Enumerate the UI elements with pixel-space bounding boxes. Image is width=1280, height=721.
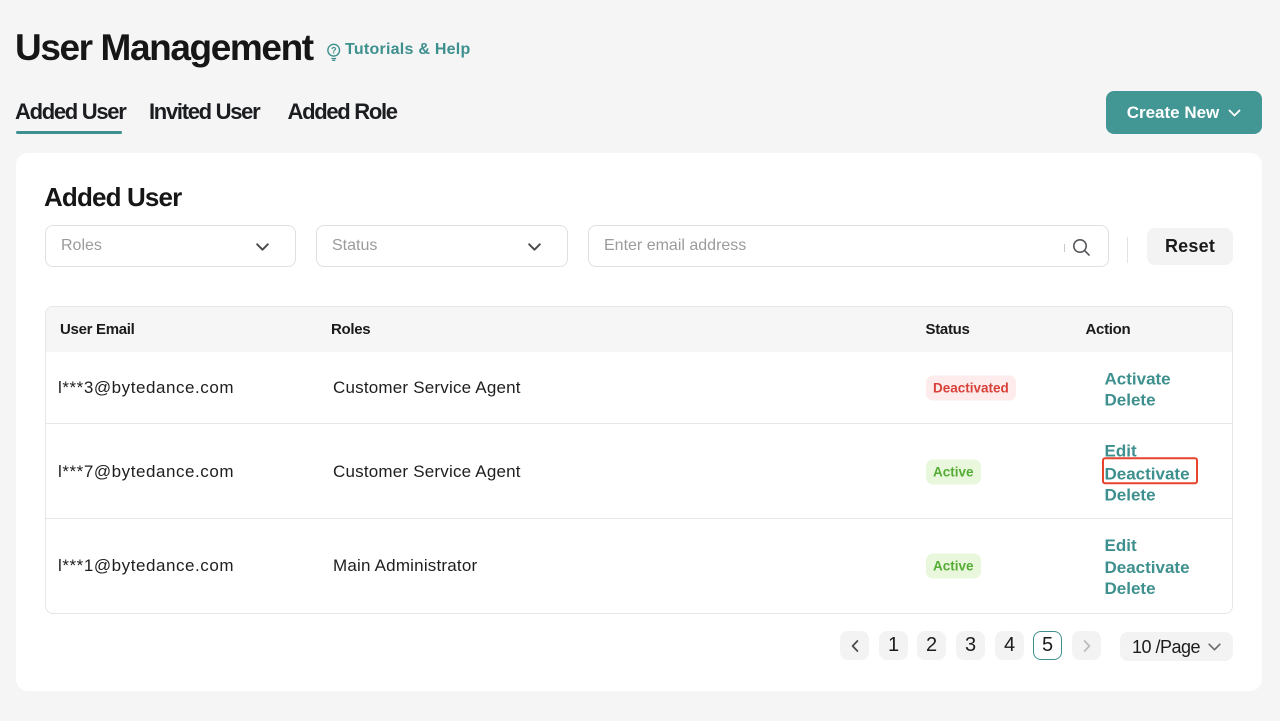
- svg-text:?: ?: [331, 46, 337, 56]
